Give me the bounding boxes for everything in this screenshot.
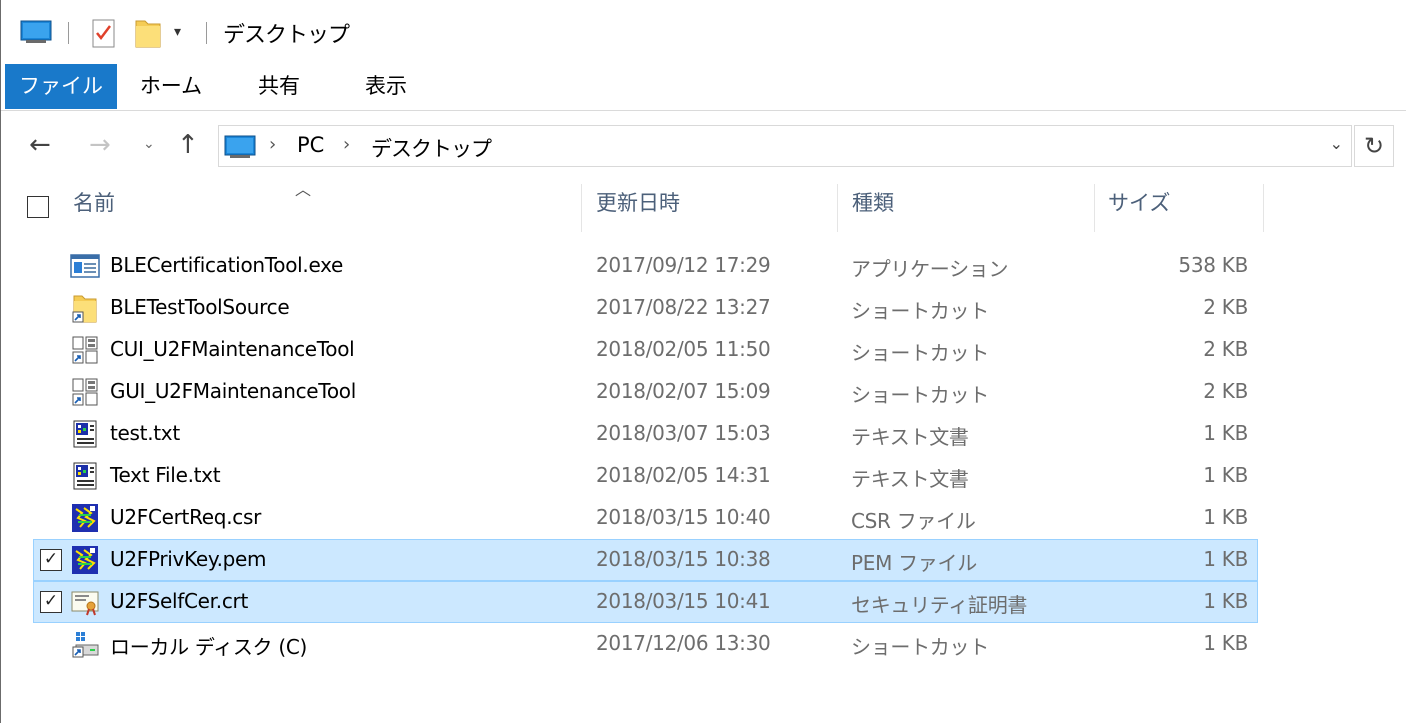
folder-shortcut-icon xyxy=(70,293,100,323)
file-modified: 2018/03/15 10:38 xyxy=(596,547,771,571)
ribbon-tabs: ファイル ホーム 共有 表示 xyxy=(1,64,1406,111)
column-header-modified[interactable]: 更新日時 xyxy=(596,187,680,233)
file-type: ショートカット xyxy=(851,635,989,659)
back-icon[interactable]: ← xyxy=(29,130,51,160)
row-checkbox[interactable]: ✓ xyxy=(40,591,62,613)
file-type: ショートカット xyxy=(851,341,989,365)
file-size: 1 KB xyxy=(1203,421,1248,445)
file-type: セキュリティ証明書 xyxy=(851,593,1028,617)
row-checkbox[interactable]: ✓ xyxy=(40,549,62,571)
forward-icon[interactable]: → xyxy=(89,130,111,160)
file-type: CSR ファイル xyxy=(851,509,976,533)
file-size: 2 KB xyxy=(1203,337,1248,361)
file-type: テキスト文書 xyxy=(851,425,969,449)
sort-ascending-icon: ︿ xyxy=(295,180,312,199)
file-name[interactable]: Text File.txt xyxy=(110,463,221,487)
app-shortcut-icon xyxy=(70,335,100,365)
file-size: 2 KB xyxy=(1203,295,1248,319)
file-type: アプリケーション xyxy=(851,257,1009,281)
breadcrumb-desktop[interactable]: デスクトップ xyxy=(371,133,492,163)
breadcrumb-pc[interactable]: PC xyxy=(297,133,324,157)
application-icon xyxy=(70,251,100,281)
file-modified: 2017/08/22 13:27 xyxy=(596,295,771,319)
tab-view[interactable]: 表示 xyxy=(344,64,428,109)
refresh-icon[interactable]: ↻ xyxy=(1354,125,1394,167)
customize-qat-icon[interactable]: ▾ xyxy=(174,24,181,40)
title-bar: ▾ デスクトップ xyxy=(1,0,1406,64)
toolbar-separator xyxy=(206,22,207,44)
file-modified: 2018/03/15 10:41 xyxy=(596,589,771,613)
chevron-right-icon[interactable]: › xyxy=(343,134,350,155)
unknown-file-icon xyxy=(70,545,100,575)
certificate-icon xyxy=(70,587,100,617)
file-row[interactable]: GUI_U2FMaintenanceTool 2018/02/07 15:09 ショ… xyxy=(34,372,1257,412)
up-icon[interactable]: ↑ xyxy=(177,130,199,160)
file-name[interactable]: BLECertificationTool.exe xyxy=(110,253,343,277)
column-header-size[interactable]: サイズ xyxy=(1108,187,1170,233)
column-header-name[interactable]: 名前 xyxy=(73,187,115,233)
file-row[interactable]: Text File.txt 2018/02/05 14:31 テキスト文書 1 KB xyxy=(34,456,1257,496)
file-size: 1 KB xyxy=(1203,631,1248,655)
file-size: 2 KB xyxy=(1203,379,1248,403)
file-size: 1 KB xyxy=(1203,547,1248,571)
chevron-down-icon[interactable]: ⌄ xyxy=(1330,134,1343,153)
chevron-right-icon[interactable]: › xyxy=(269,134,276,155)
file-type: テキスト文書 xyxy=(851,467,969,491)
select-all-checkbox[interactable] xyxy=(27,196,49,218)
file-name[interactable]: BLETestToolSource xyxy=(110,295,290,319)
text-file-icon xyxy=(70,419,100,449)
window-title: デスクトップ xyxy=(223,23,350,48)
tab-share[interactable]: 共有 xyxy=(239,64,319,109)
file-size: 1 KB xyxy=(1203,505,1248,529)
column-divider[interactable] xyxy=(1094,184,1095,232)
file-size: 1 KB xyxy=(1203,463,1248,487)
file-name[interactable]: CUI_U2FMaintenanceTool xyxy=(110,337,355,361)
file-modified: 2018/02/05 11:50 xyxy=(596,337,771,361)
file-modified: 2017/12/06 13:30 xyxy=(596,631,771,655)
file-row[interactable]: ローカル ディスク (C) 2017/12/06 13:30 ショートカット 1 KB xyxy=(34,624,1257,664)
new-folder-icon[interactable] xyxy=(134,17,162,53)
column-divider[interactable] xyxy=(837,184,838,232)
file-type: ショートカット xyxy=(851,299,989,323)
file-modified: 2017/09/12 17:29 xyxy=(596,253,771,277)
file-row[interactable]: U2FCertReq.csr 2018/03/15 10:40 CSR ファイル 1 … xyxy=(34,498,1257,538)
file-name[interactable]: U2FCertReq.csr xyxy=(110,505,261,529)
properties-icon[interactable] xyxy=(91,17,117,53)
file-row[interactable]: BLECertificationTool.exe 2017/09/12 17:29… xyxy=(34,246,1257,286)
file-size: 538 KB xyxy=(1178,253,1248,277)
tab-home[interactable]: ホーム xyxy=(129,64,213,109)
app-shortcut-icon xyxy=(70,377,100,407)
file-row[interactable]: CUI_U2FMaintenanceTool 2018/02/05 11:50 ショ… xyxy=(34,330,1257,370)
column-header-type[interactable]: 種類 xyxy=(852,187,894,233)
file-name[interactable]: U2FSelfCer.crt xyxy=(110,589,248,613)
toolbar-separator xyxy=(68,22,69,44)
tab-file[interactable]: ファイル xyxy=(5,64,117,109)
file-modified: 2018/02/05 14:31 xyxy=(596,463,771,487)
this-pc-icon xyxy=(224,135,256,163)
file-modified: 2018/03/15 10:40 xyxy=(596,505,771,529)
file-type: PEM ファイル xyxy=(851,551,977,575)
file-name[interactable]: test.txt xyxy=(110,421,180,445)
file-type: ショートカット xyxy=(851,383,989,407)
file-modified: 2018/02/07 15:09 xyxy=(596,379,771,403)
drive-shortcut-icon xyxy=(70,629,100,659)
text-file-icon xyxy=(70,461,100,491)
file-name[interactable]: ローカル ディスク (C) xyxy=(110,631,307,660)
recent-locations-icon[interactable]: ⌄ xyxy=(143,136,155,152)
file-row[interactable]: ✓ U2FSelfCer.crt 2018/03/15 10:41 セキュリティ証明書… xyxy=(33,581,1258,623)
unknown-file-icon xyxy=(70,503,100,533)
file-size: 1 KB xyxy=(1203,589,1248,613)
file-name[interactable]: U2FPrivKey.pem xyxy=(110,547,267,571)
computer-icon[interactable] xyxy=(20,20,52,48)
file-name[interactable]: GUI_U2FMaintenanceTool xyxy=(110,379,356,403)
column-divider[interactable] xyxy=(1263,184,1264,232)
file-modified: 2018/03/07 15:03 xyxy=(596,421,771,445)
file-row[interactable]: BLETestToolSource 2017/08/22 13:27 ショートカット… xyxy=(34,288,1257,328)
file-row[interactable]: test.txt 2018/03/07 15:03 テキスト文書 1 KB xyxy=(34,414,1257,454)
column-divider[interactable] xyxy=(581,184,582,232)
explorer-window: ▾ デスクトップ ファイル ホーム 共有 表示 ← → ⌄ ↑ › PC › デ… xyxy=(0,0,1406,723)
address-bar[interactable]: › PC › デスクトップ ⌄ xyxy=(218,125,1352,167)
file-row[interactable]: ✓ U2FPrivKey.pem 2018/03/15 10:38 PEM ファイル 1… xyxy=(33,539,1258,581)
